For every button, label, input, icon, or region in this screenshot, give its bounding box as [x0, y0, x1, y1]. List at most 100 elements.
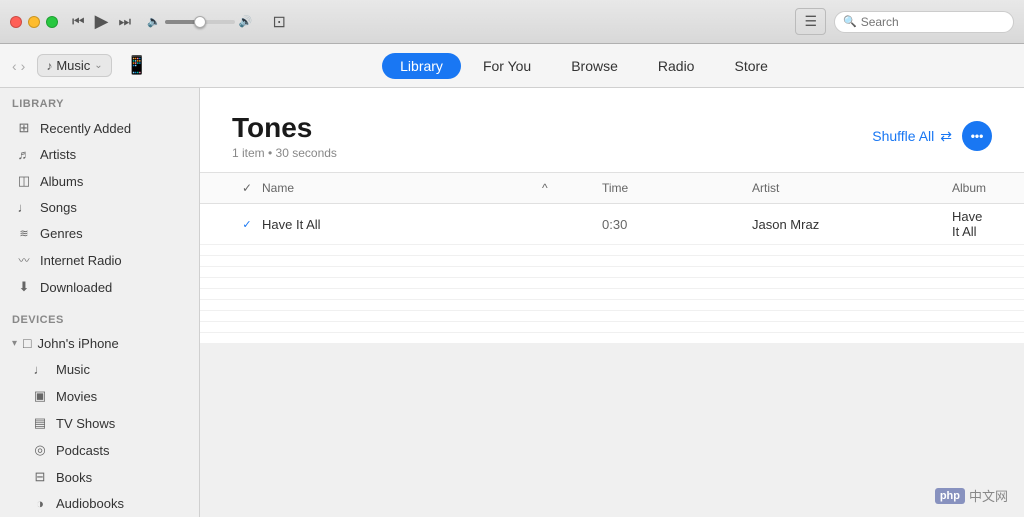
- tv-shows-icon: ▤: [32, 415, 48, 431]
- movies-label: Movies: [56, 389, 97, 404]
- breadcrumb[interactable]: ♪ Music ⌄: [37, 54, 111, 77]
- songs-icon: ♩: [16, 200, 32, 215]
- slider-track: [165, 20, 235, 24]
- movies-icon: ▣: [32, 388, 48, 404]
- traffic-lights: [10, 16, 58, 28]
- sidebar-item-songs[interactable]: ♩ Songs: [4, 195, 195, 220]
- sidebar-item-tv-shows[interactable]: ▤ TV Shows: [4, 410, 195, 436]
- sidebar-item-downloaded[interactable]: ⬇ Downloaded: [4, 274, 195, 300]
- music-label: Music: [56, 362, 90, 377]
- row-artist: Jason Mraz: [752, 217, 952, 232]
- main-layout: Library ⊞ Recently Added ♬ Artists ◫ Alb…: [0, 88, 1024, 517]
- th-check: ✓: [232, 177, 262, 199]
- airplay-button[interactable]: ⊡: [272, 12, 285, 32]
- volume-low-icon: 🔈: [147, 15, 161, 28]
- nav-tabs: Library For You Browse Radio Store: [156, 53, 1012, 79]
- tab-for-you[interactable]: For You: [465, 53, 549, 79]
- search-box[interactable]: 🔍: [834, 11, 1014, 33]
- tab-radio[interactable]: Radio: [640, 53, 713, 79]
- watermark-text: 中文网: [969, 486, 1008, 505]
- albums-icon: ◫: [16, 173, 32, 189]
- minimize-button[interactable]: [28, 16, 40, 28]
- sidebar: Library ⊞ Recently Added ♬ Artists ◫ Alb…: [0, 88, 200, 517]
- transport-controls: ⏮ ▶ ⏭: [72, 11, 131, 32]
- sidebar-item-genres[interactable]: ≋ Genres: [4, 221, 195, 246]
- shuffle-icon: ⇄: [940, 128, 952, 145]
- downloaded-label: Downloaded: [40, 280, 112, 295]
- table-row-empty: [200, 311, 1024, 322]
- books-icon: ⊟: [32, 469, 48, 485]
- shuffle-all-button[interactable]: Shuffle All ⇄: [872, 128, 952, 145]
- sidebar-item-music[interactable]: ♩ Music: [4, 357, 195, 382]
- tab-library[interactable]: Library: [382, 53, 461, 79]
- internet-radio-label: Internet Radio: [40, 253, 122, 268]
- sidebar-item-internet-radio[interactable]: 〰 Internet Radio: [4, 247, 195, 273]
- forward-button-nav[interactable]: ›: [21, 58, 26, 74]
- content-wrapper: Tones 1 item • 30 seconds Shuffle All ⇄ …: [200, 88, 1024, 517]
- sidebar-item-audiobooks[interactable]: ◑ Audiobooks: [4, 491, 195, 516]
- volume-high-icon: 🔊: [239, 15, 253, 28]
- play-button[interactable]: ▶: [95, 11, 109, 32]
- device-name-label: John's iPhone: [38, 336, 119, 351]
- volume-slider[interactable]: 🔈 🔊: [147, 15, 252, 28]
- forward-button[interactable]: ⏭: [118, 13, 131, 30]
- th-sort[interactable]: ^: [542, 177, 602, 199]
- table-header: ✓ Name ^ Time Artist Album: [200, 172, 1024, 204]
- row-check: ✓: [232, 218, 262, 231]
- table-row[interactable]: ✓ Have It All 0:30 Jason Mraz Have It Al…: [200, 204, 1024, 245]
- close-button[interactable]: [10, 16, 22, 28]
- downloaded-icon: ⬇: [16, 279, 32, 295]
- row-time: 0:30: [602, 217, 752, 232]
- sidebar-item-movies[interactable]: ▣ Movies: [4, 383, 195, 409]
- th-album: Album: [952, 177, 992, 199]
- content-title: Tones: [232, 112, 337, 144]
- table-row-empty: [200, 267, 1024, 278]
- breadcrumb-label: Music: [56, 58, 90, 73]
- sidebar-item-recently-added[interactable]: ⊞ Recently Added: [4, 115, 195, 141]
- table-row-empty: [200, 333, 1024, 344]
- tv-shows-label: TV Shows: [56, 416, 115, 431]
- row-album: Have It All: [952, 209, 992, 239]
- more-options-button[interactable]: •••: [962, 121, 992, 151]
- audiobooks-label: Audiobooks: [56, 496, 124, 511]
- artists-label: Artists: [40, 147, 76, 162]
- music-note-icon: ♪: [46, 59, 52, 73]
- row-name: Have It All: [262, 217, 542, 232]
- tab-store[interactable]: Store: [716, 53, 785, 79]
- recently-added-label: Recently Added: [40, 121, 131, 136]
- table-row-empty: [200, 256, 1024, 267]
- library-section-title: Library: [0, 88, 199, 114]
- recently-added-icon: ⊞: [16, 120, 32, 136]
- table-row-empty: [200, 278, 1024, 289]
- tab-browse[interactable]: Browse: [553, 53, 636, 79]
- content-area: Tones 1 item • 30 seconds Shuffle All ⇄ …: [200, 88, 1024, 344]
- list-view-button[interactable]: ☰: [795, 8, 826, 35]
- table-body: ✓ Have It All 0:30 Jason Mraz Have It Al…: [200, 204, 1024, 344]
- back-button[interactable]: ‹: [12, 58, 17, 74]
- maximize-button[interactable]: [46, 16, 58, 28]
- device-icon[interactable]: 📱: [126, 55, 148, 76]
- shuffle-all-label: Shuffle All: [872, 128, 934, 144]
- table-row-empty: [200, 322, 1024, 333]
- podcasts-label: Podcasts: [56, 443, 109, 458]
- rewind-button[interactable]: ⏮: [72, 13, 85, 30]
- audiobooks-icon: ◑: [32, 496, 48, 511]
- devices-section-title: Devices: [0, 304, 199, 330]
- device-row-iphone[interactable]: ▾ □ John's iPhone: [0, 330, 199, 356]
- content-title-area: Tones 1 item • 30 seconds: [232, 112, 337, 160]
- sidebar-item-books[interactable]: ⊟ Books: [4, 464, 195, 490]
- artists-icon: ♬: [16, 147, 32, 162]
- sidebar-item-artists[interactable]: ♬ Artists: [4, 142, 195, 167]
- th-artist: Artist: [752, 177, 952, 199]
- sidebar-item-podcasts[interactable]: ◎ Podcasts: [4, 437, 195, 463]
- content-header: Tones 1 item • 30 seconds Shuffle All ⇄ …: [200, 88, 1024, 172]
- watermark: php 中文网: [935, 486, 1008, 505]
- chevron-down-icon: ⌄: [94, 60, 102, 71]
- iphone-icon: □: [23, 335, 31, 351]
- genres-icon: ≋: [16, 227, 32, 240]
- search-icon: 🔍: [843, 15, 857, 28]
- albums-label: Albums: [40, 174, 83, 189]
- device-chevron-icon: ▾: [12, 338, 17, 349]
- search-input[interactable]: [861, 15, 1005, 29]
- sidebar-item-albums[interactable]: ◫ Albums: [4, 168, 195, 194]
